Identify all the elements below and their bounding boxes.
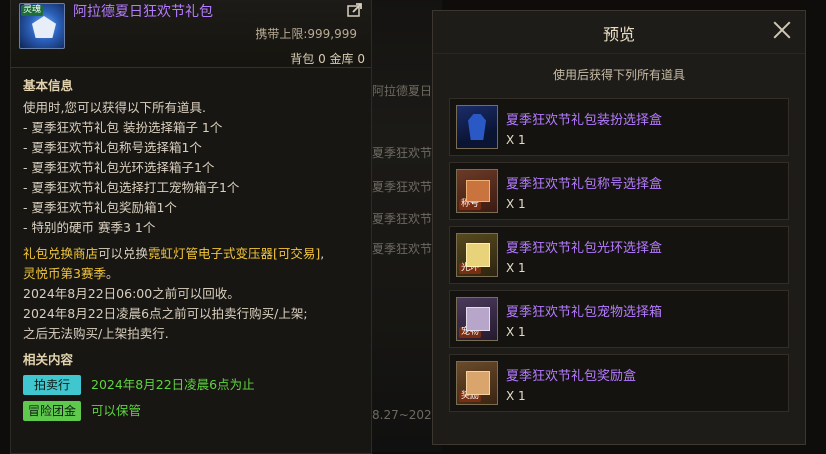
preview-item-reward[interactable]: 奖励 夏季狂欢节礼包奖励盒 X 1 [449,354,789,412]
basic-info-title: 基本信息 [23,78,74,93]
preview-item-qty: X 1 [506,261,526,275]
background-date: 8.27~2024 [372,408,440,422]
info-line: - 夏季狂欢节礼包光环选择箱子1个 [23,160,215,175]
exchange-text: 可以兑换 [98,246,149,261]
info-line: - 夏季狂欢节礼包奖励箱1个 [23,200,177,215]
related-row-auction: 拍卖行 2024年8月22日凌晨6点为止 [23,374,359,396]
preview-item-name: 夏季狂欢节礼包装扮选择盒 [506,113,663,128]
icon-tag: 灵魂 [21,5,44,16]
info-line: 使用时,您可以获得以下所有道具. [23,100,206,115]
auction-line: 之后无法购买/上架拍卖行. [23,326,169,341]
background-row: 阿拉德夏日 [372,84,432,98]
item-title: 阿拉德夏日狂欢节礼包 [73,4,213,20]
auction-deadline: 2024年8月22日凌晨6点为止 [91,377,255,392]
info-line: - 特别的硬币 赛季3 1个 [23,220,156,235]
background-row: 夏季狂欢节 [372,146,432,160]
reclaim-line: 2024年8月22日06:00之前可以回收。 [23,286,240,301]
carry-limit-label: 携带上限: [255,27,308,41]
auction-badge: 拍卖行 [23,375,81,395]
exchange-shop-name: 礼包兑换商店 [23,246,99,261]
preview-panel: 预览 使用后获得下列所有道具 夏季狂欢节礼包装扮选择盒 X 1 称号 夏季狂欢节… [432,10,806,445]
info-line: - 夏季狂欢节礼包选择打工宠物箱子1个 [23,180,240,195]
title-box-icon: 称号 [456,169,498,213]
preview-item-qty: X 1 [506,197,526,211]
auction-line: 2024年8月22日凌晨6点之前可以拍卖行购买/上架; [23,306,308,321]
item-tooltip: 灵魂 阿拉德夏日狂欢节礼包 携带上限:999,999 背包 0 金库 0 基本信… [10,0,372,454]
preview-item-list: 夏季狂欢节礼包装扮选择盒 X 1 称号 夏季狂欢节礼包称号选择盒 X 1 光环 … [449,98,789,418]
preview-header: 预览 [433,11,805,54]
mech-figure-icon [32,16,56,38]
tooltip-body: 基本信息 使用时,您可以获得以下所有道具. - 夏季狂欢节礼包 装扮选择箱子 1… [11,68,371,422]
exchange-line: 灵悦币第3赛季。 [23,264,359,284]
preview-item-name: 夏季狂欢节礼包宠物选择箱 [506,305,663,320]
storage-count: 背包 0 金库 0 [290,52,365,66]
background-row: 夏季狂欢节 [372,180,432,194]
preview-item-name: 夏季狂欢节礼包奖励盒 [506,369,637,384]
icon-label: 光环 [459,263,482,274]
preview-item-qty: X 1 [506,389,526,403]
guild-storage-text: 可以保管 [91,403,142,418]
preview-item-qty: X 1 [506,133,526,147]
preview-item-pet[interactable]: 宠物 夏季狂欢节礼包宠物选择箱 X 1 [449,290,789,348]
close-icon[interactable] [773,21,791,39]
preview-item-halo[interactable]: 光环 夏季狂欢节礼包光环选择盒 X 1 [449,226,789,284]
pet-box-icon: 宠物 [456,297,498,341]
related-row-guild: 冒险团金 可以保管 [23,400,359,422]
icon-label: 称号 [459,199,482,210]
preview-item-name: 夏季狂欢节礼包光环选择盒 [506,241,663,256]
preview-item-title[interactable]: 称号 夏季狂欢节礼包称号选择盒 X 1 [449,162,789,220]
outfit-box-icon [456,105,498,149]
gift-package-icon: 灵魂 [19,3,65,49]
tooltip-header: 灵魂 阿拉德夏日狂欢节礼包 携带上限:999,999 背包 0 金库 0 [11,0,371,68]
info-line: - 夏季狂欢节礼包称号选择箱1个 [23,140,202,155]
preview-title: 预览 [602,25,635,44]
exchange-punct: 。 [105,266,119,281]
related-title: 相关内容 [23,352,74,367]
guild-gold-badge: 冒险团金 [23,401,81,421]
halo-box-icon: 光环 [456,233,498,277]
share-icon[interactable] [347,3,363,17]
preview-subtitle: 使用后获得下列所有道具 [552,68,685,82]
preview-item-outfit[interactable]: 夏季狂欢节礼包装扮选择盒 X 1 [449,98,789,156]
carry-limit: 携带上限:999,999 [255,25,357,42]
info-line: - 夏季狂欢节礼包 装扮选择箱子 1个 [23,120,223,135]
icon-label: 宠物 [459,327,482,338]
exchange-punct: , [320,246,325,261]
reward-box-icon: 奖励 [456,361,498,405]
background-row: 夏季狂欢节 [372,242,432,256]
exchange-item-name: 霓虹灯管电子式变压器[可交易] [148,246,321,261]
background-row: 夏季狂欢节 [372,212,432,226]
exchange-line: 礼包兑换商店可以兑换霓虹灯管电子式变压器[可交易], [23,244,359,264]
preview-item-qty: X 1 [506,325,526,339]
preview-item-name: 夏季狂欢节礼包称号选择盒 [506,177,663,192]
carry-limit-value: 999,999 [307,27,357,41]
exchange-coin-name: 灵悦币第3赛季 [23,266,106,281]
icon-label: 奖励 [459,391,482,402]
